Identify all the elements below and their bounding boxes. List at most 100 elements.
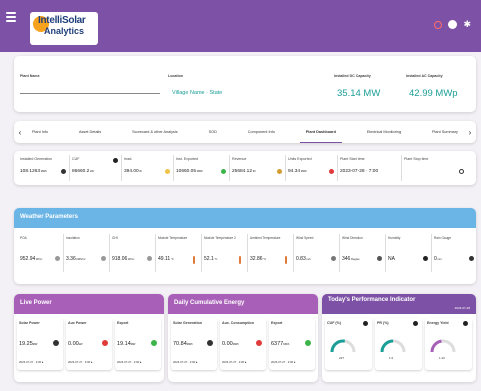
daily-energy-value: 0.00MWh xyxy=(222,341,239,347)
tab-scorecard-other-analysis[interactable]: Scorecard & other Analysis xyxy=(126,121,184,143)
stat-cell: CUF 86660.2 kW xyxy=(70,155,122,181)
menu-icon[interactable] xyxy=(6,12,16,22)
performance-card: Today's Performance Indicator 2023-07-28… xyxy=(322,294,476,382)
info-icon xyxy=(113,158,118,163)
thermometer-icon xyxy=(193,256,195,264)
stat-label: Inst. Exported xyxy=(176,157,199,161)
tabs-next-arrow-icon[interactable]: › xyxy=(464,128,476,137)
weather-cell: Wind Speed 0.83 m/s xyxy=(294,234,340,272)
stat-value: 2023-07-28 · 7:00 xyxy=(340,169,379,174)
weather-label: Module Temperature 2 xyxy=(204,236,236,240)
tab-plant-dashboard[interactable]: Plant Dashboard xyxy=(299,121,342,143)
drop-icon xyxy=(423,256,428,261)
weather-label: Rain Gauge xyxy=(434,236,452,240)
weather-unit: m/s xyxy=(305,258,311,261)
stat-unit: kW xyxy=(89,170,94,173)
weather-cell: Wind Direction 346 Degree xyxy=(340,234,386,272)
weather-unit: W/m² xyxy=(35,258,43,261)
info-icon xyxy=(463,321,468,326)
weather-cell: Humidity NA xyxy=(386,234,432,272)
gauge-label: Energy Yield xyxy=(427,321,449,325)
daily-energy-card: Daily Cumulative Energy Solar Generation… xyxy=(168,294,318,382)
performance-title: Today's Performance Indicator xyxy=(328,297,416,303)
stat-cell: Revenue 25684.12 60 xyxy=(230,155,286,181)
stat-label: Plant Start time xyxy=(340,157,365,161)
daily-energy-title: Daily Cumulative Energy xyxy=(174,300,245,306)
live-power-value: 0.00kW xyxy=(68,341,83,347)
tab-plant-info[interactable]: Plant Info xyxy=(26,121,54,143)
live-power-value: 19.14MW xyxy=(117,341,136,347)
weather-unit: Degree xyxy=(350,258,360,261)
weather-unit: °C xyxy=(262,258,267,261)
daily-energy-label: Export xyxy=(271,321,283,325)
top-bar: IntelliSolar Analytics ✱ xyxy=(0,0,481,52)
tab-electrical-monitoring[interactable]: Electrical Monitoring xyxy=(361,121,407,143)
thermometer-icon xyxy=(285,256,287,264)
stat-cell: Irrad. 394.00 W xyxy=(122,155,174,181)
weather-cell: Rain Gauge 0 mm xyxy=(432,234,478,272)
weather-cell: POA 952.94 W/m² xyxy=(18,234,64,272)
gauge-chart xyxy=(330,339,356,353)
alert-icon xyxy=(329,169,334,174)
sun-icon xyxy=(165,169,170,174)
live-power-timestamp: 2023-07-27 · 3:00 ▸ xyxy=(19,360,44,364)
weather-value: 952.94 W/m² xyxy=(20,256,43,262)
stat-unit: 60 xyxy=(252,170,256,173)
gauge-value: 1.6 xyxy=(389,356,394,360)
dc-capacity-label: Installed DC Capacity xyxy=(334,74,371,78)
stat-value: 94.34 MWh xyxy=(288,169,307,174)
gauge-label: PR (%) xyxy=(377,321,389,325)
tab-plant-summary[interactable]: Plant Summary xyxy=(426,121,464,143)
alert-icon[interactable] xyxy=(434,20,443,29)
stat-value: 394.00 W xyxy=(124,169,142,174)
logo[interactable]: IntelliSolar Analytics xyxy=(30,12,98,45)
gauge-value: 1.43 xyxy=(439,356,445,360)
live-power-status-dot-icon xyxy=(102,340,108,346)
live-power-status-dot-icon xyxy=(151,340,157,346)
tab-component-info[interactable]: Component Info xyxy=(242,121,281,143)
weather-unit: W/m² xyxy=(127,258,135,261)
weather-label: Module Temperature xyxy=(158,236,188,240)
weather-label: Ambient Temperature xyxy=(250,236,281,240)
weather-label: POA xyxy=(20,236,27,240)
daily-energy-value: 70.84MWh xyxy=(173,341,193,347)
weather-cell: GHI 918.06 W/m² xyxy=(110,234,156,272)
daily-energy-label: Solar Generation xyxy=(173,321,202,325)
weather-label: Wind Speed xyxy=(296,236,314,240)
user-icon[interactable] xyxy=(448,20,458,29)
daily-energy-timestamp: 2023-07-27 · 3:00 ▸ xyxy=(271,360,296,364)
weather-unit: °C xyxy=(213,258,218,261)
performance-gauge-card: PR (%) 1.6 xyxy=(375,318,422,370)
stat-label: Revenue xyxy=(232,157,247,161)
daily-energy-status-dot-icon xyxy=(256,340,262,346)
daily-energy-unit: MWh xyxy=(232,343,239,346)
weather-label: Wind Direction xyxy=(342,236,363,240)
stat-value: 10660.05 MWh xyxy=(176,169,203,174)
sun-icon xyxy=(101,256,106,261)
stats-row: Installed Generation 108.1263 MWh CUF 86660… xyxy=(14,151,476,185)
stat-label: Units Exported xyxy=(288,157,312,161)
sun-icon xyxy=(55,256,60,261)
stat-value: 25684.12 60 xyxy=(232,169,256,174)
settings-icon[interactable]: ✱ xyxy=(463,20,471,29)
gauge: 227 xyxy=(329,338,357,366)
weather-value: 0.83 m/s xyxy=(296,256,311,262)
weather-value: 3.36 kWh/m² xyxy=(66,256,86,262)
tab-sod[interactable]: SOD xyxy=(203,121,223,143)
gauge-label: CUF (%) xyxy=(327,321,341,325)
stat-unit: W xyxy=(138,170,142,173)
live-power-unit: MW xyxy=(130,343,136,346)
nav-tabs: ‹ Plant Info Asset Details Scorecard & oth… xyxy=(14,121,476,143)
daily-energy-item: Export 6377MWh 2023-07-27 · 3:00 ▸ xyxy=(269,318,315,370)
tabs-prev-arrow-icon[interactable]: ‹ xyxy=(14,128,26,137)
live-power-item: Solar Power 19.25MW 2023-07-27 · 3:00 ▸ xyxy=(17,318,63,370)
stat-cell: Installed Generation 108.1263 MWh xyxy=(18,155,70,181)
weather-unit: kWh/m² xyxy=(75,258,86,261)
plant-name-field[interactable] xyxy=(20,93,160,94)
stat-label: Plant Stop time xyxy=(404,157,429,161)
stat-unit: MWh xyxy=(196,170,203,173)
rain-icon xyxy=(469,256,474,261)
weather-cell: Module Temperature 2 52.1 °C xyxy=(202,234,248,272)
gauge-value: 227 xyxy=(339,356,345,360)
tab-asset-details[interactable]: Asset Details xyxy=(73,121,107,143)
